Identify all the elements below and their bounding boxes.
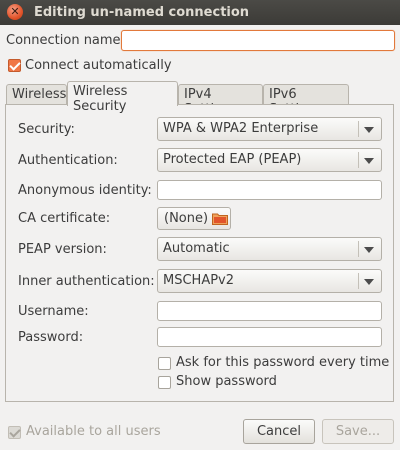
window-title: Editing un-named connection	[34, 5, 250, 20]
ca-certificate-label: CA certificate:	[18, 211, 111, 226]
security-combo[interactable]: WPA & WPA2 Enterprise	[157, 117, 382, 141]
combo-separator	[358, 273, 359, 289]
chevron-down-icon	[364, 127, 374, 133]
peap-version-label: PEAP version:	[18, 242, 107, 257]
password-label: Password:	[18, 330, 84, 345]
combo-separator	[358, 152, 359, 168]
anonymous-identity-input[interactable]	[157, 180, 382, 200]
tab-wireless[interactable]: Wireless	[6, 84, 67, 105]
chevron-down-icon	[364, 247, 374, 253]
authentication-combo[interactable]: Protected EAP (PEAP)	[157, 148, 382, 172]
peap-version-value: Automatic	[163, 241, 230, 256]
ca-certificate-button[interactable]: (None)	[157, 207, 231, 230]
password-input[interactable]	[157, 327, 382, 347]
folder-icon	[212, 213, 228, 225]
connection-name-input[interactable]	[121, 30, 395, 51]
tab-label: Wireless Security	[73, 84, 128, 114]
tab-ipv6-settings[interactable]: IPv6 Settings	[263, 84, 349, 117]
chevron-down-icon	[364, 279, 374, 285]
ask-password-checkbox[interactable]	[158, 357, 171, 370]
username-input[interactable]	[157, 301, 382, 321]
authentication-label: Authentication:	[18, 153, 118, 168]
show-password-label: Show password	[176, 374, 277, 389]
save-button[interactable]: Save...	[322, 419, 394, 444]
inner-authentication-combo[interactable]: MSCHAPv2	[157, 269, 382, 293]
chevron-down-icon	[364, 158, 374, 164]
show-password-checkbox[interactable]	[158, 376, 171, 389]
tab-label: Wireless	[12, 87, 67, 102]
available-all-users-label: Available to all users	[26, 424, 161, 439]
username-label: Username:	[18, 304, 89, 319]
tab-wireless-security[interactable]: Wireless Security	[67, 81, 178, 114]
anonymous-identity-label: Anonymous identity:	[18, 183, 152, 198]
security-value: WPA & WPA2 Enterprise	[163, 121, 319, 136]
combo-separator	[358, 121, 359, 137]
combo-separator	[358, 241, 359, 257]
connect-automatically-checkbox[interactable]	[8, 59, 21, 72]
tab-ipv4-settings[interactable]: IPv4 Settings	[178, 84, 263, 117]
connect-automatically-label: Connect automatically	[25, 58, 172, 73]
ca-certificate-value: (None)	[164, 211, 209, 226]
authentication-value: Protected EAP (PEAP)	[163, 152, 302, 167]
title-bar: ✕ Editing un-named connection	[0, 0, 400, 25]
inner-authentication-value: MSCHAPv2	[163, 273, 235, 288]
inner-authentication-label: Inner authentication:	[18, 274, 155, 289]
peap-version-combo[interactable]: Automatic	[157, 237, 382, 261]
ask-password-label: Ask for this password every time	[176, 355, 390, 370]
available-all-users-checkbox[interactable]	[8, 426, 21, 439]
close-icon[interactable]: ✕	[7, 4, 23, 20]
security-label: Security:	[18, 122, 75, 137]
cancel-button[interactable]: Cancel	[243, 419, 315, 444]
connection-name-label: Connection name:	[6, 33, 125, 48]
